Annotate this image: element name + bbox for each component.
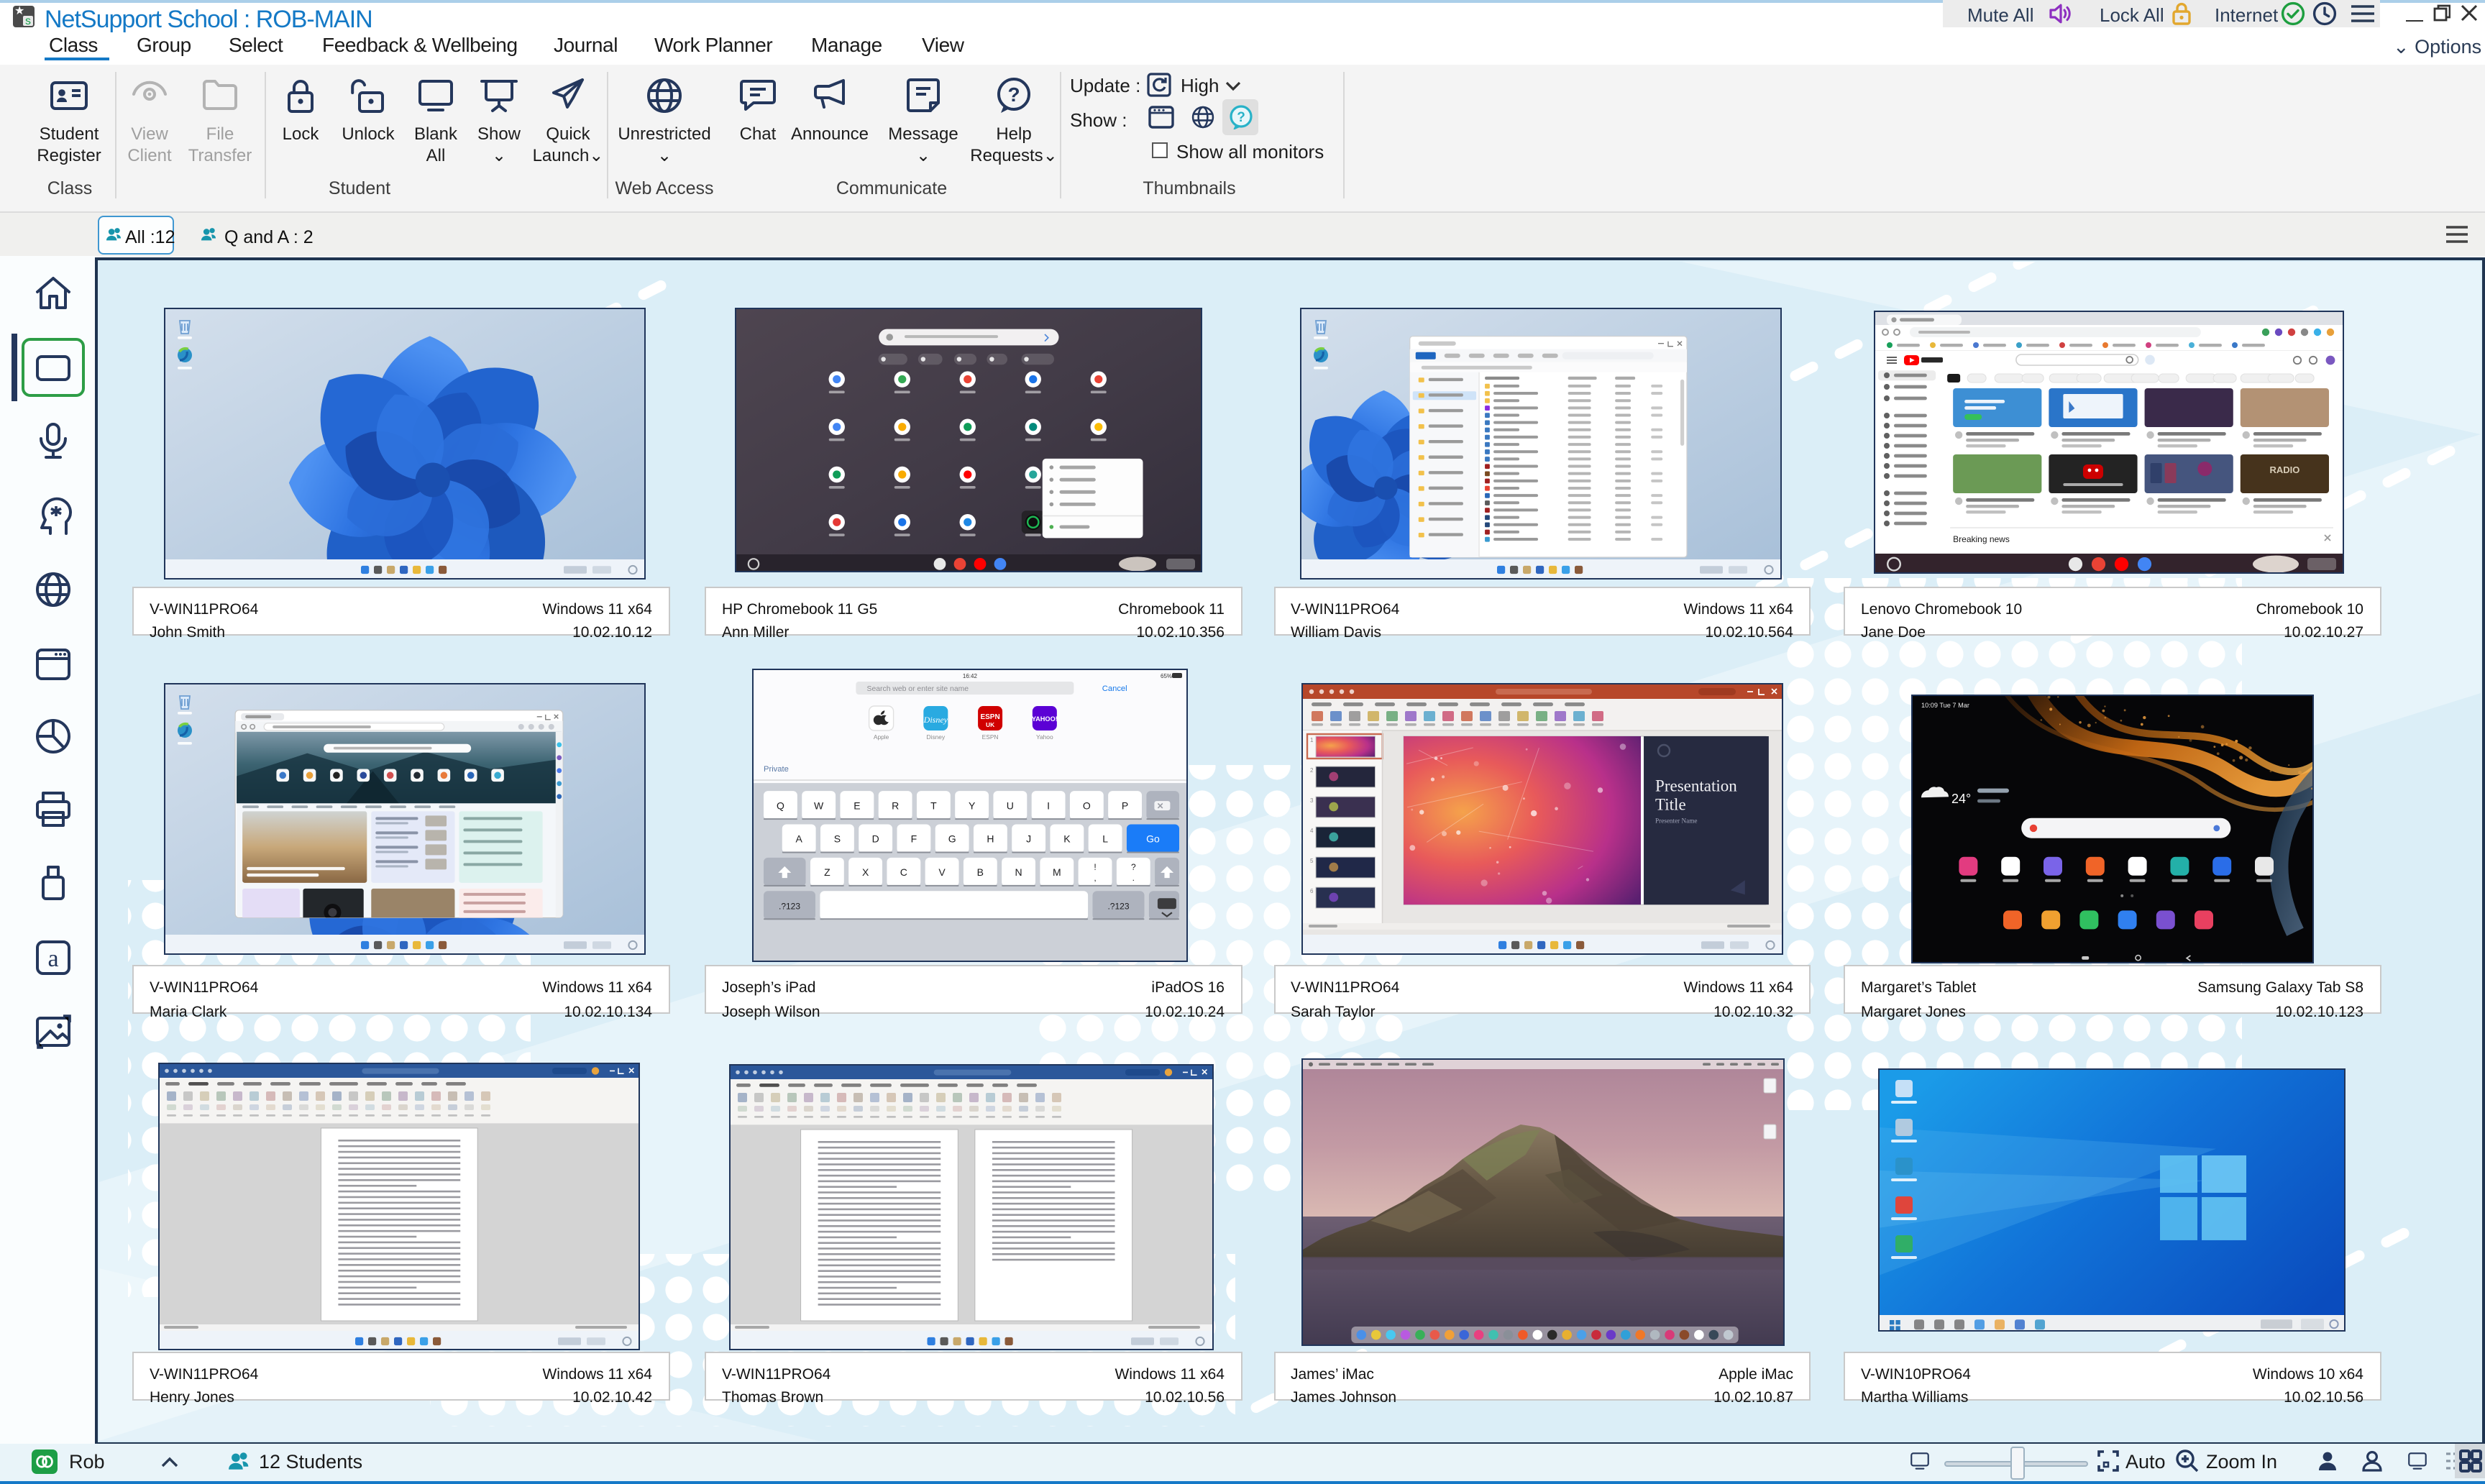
- svg-text:10:09 Tue 7 Mar: 10:09 Tue 7 Mar: [1921, 702, 1969, 709]
- svg-text:65%: 65%: [1160, 672, 1171, 679]
- svg-text:,: ,: [1093, 872, 1095, 882]
- svg-text:W: W: [813, 799, 823, 810]
- svg-text:Z: Z: [823, 866, 830, 877]
- svg-text:Yahoo: Yahoo: [1035, 733, 1053, 740]
- svg-text:.?123: .?123: [1107, 900, 1128, 910]
- svg-text:U: U: [1006, 799, 1013, 810]
- svg-text:5: 5: [1309, 858, 1313, 864]
- svg-text:A: A: [795, 833, 802, 844]
- svg-text:24°: 24°: [1951, 792, 1970, 806]
- svg-text:UK: UK: [985, 720, 994, 728]
- svg-text:V: V: [938, 866, 945, 877]
- svg-text:O: O: [1082, 799, 1090, 810]
- svg-text:RADIO: RADIO: [2269, 464, 2299, 475]
- svg-text:2: 2: [1309, 767, 1313, 774]
- svg-text:Breaking news: Breaking news: [1953, 534, 2010, 544]
- svg-text:J: J: [1025, 833, 1030, 844]
- svg-text:Disney: Disney: [926, 733, 945, 740]
- svg-text:K: K: [1063, 833, 1070, 844]
- svg-text:4: 4: [1309, 828, 1313, 834]
- svg-text:D: D: [871, 833, 879, 844]
- svg-text:Cancel: Cancel: [1102, 684, 1127, 692]
- svg-text:?: ?: [1130, 861, 1135, 871]
- svg-text:E: E: [853, 799, 859, 810]
- svg-text:a: a: [47, 945, 58, 972]
- svg-text:L: L: [1102, 833, 1107, 844]
- svg-text:R: R: [891, 799, 898, 810]
- svg-text:Q: Q: [776, 799, 784, 810]
- svg-text:16:42: 16:42: [962, 672, 977, 679]
- svg-text:Go: Go: [1145, 833, 1159, 844]
- svg-text:?: ?: [1007, 83, 1020, 105]
- svg-text:?: ?: [1237, 110, 1245, 125]
- svg-text:6: 6: [1309, 888, 1313, 894]
- svg-text:B: B: [976, 866, 983, 877]
- svg-text:Search web or enter site name: Search web or enter site name: [866, 684, 969, 692]
- svg-text:M: M: [1052, 866, 1061, 877]
- svg-text:P: P: [1121, 799, 1127, 810]
- svg-text:X: X: [861, 866, 869, 877]
- svg-text:I: I: [1046, 799, 1049, 810]
- svg-text:H: H: [986, 833, 993, 844]
- svg-text:ESPN: ESPN: [981, 733, 998, 740]
- svg-text:.?123: .?123: [778, 900, 800, 910]
- svg-text:1: 1: [1309, 737, 1313, 743]
- svg-text:Disney: Disney: [923, 714, 948, 724]
- svg-text:N: N: [1015, 866, 1022, 877]
- svg-text:T: T: [930, 799, 936, 810]
- svg-text:Presentation: Presentation: [1655, 777, 1736, 794]
- svg-text:F: F: [910, 833, 917, 844]
- svg-text:Y: Y: [968, 799, 975, 810]
- svg-text:Apple: Apple: [873, 733, 889, 740]
- svg-text:ESPN: ESPN: [979, 713, 999, 720]
- svg-text:YAHOO!: YAHOO!: [1031, 715, 1057, 722]
- svg-text:3: 3: [1309, 797, 1313, 804]
- svg-text:S: S: [833, 833, 840, 844]
- svg-text:G: G: [948, 833, 956, 844]
- svg-text:Private: Private: [763, 764, 788, 773]
- svg-text:!: !: [1093, 861, 1095, 871]
- svg-text:.: .: [1132, 872, 1134, 882]
- svg-text:Presenter Name: Presenter Name: [1655, 817, 1696, 824]
- svg-text:Title: Title: [1655, 795, 1685, 813]
- svg-text:C: C: [900, 866, 907, 877]
